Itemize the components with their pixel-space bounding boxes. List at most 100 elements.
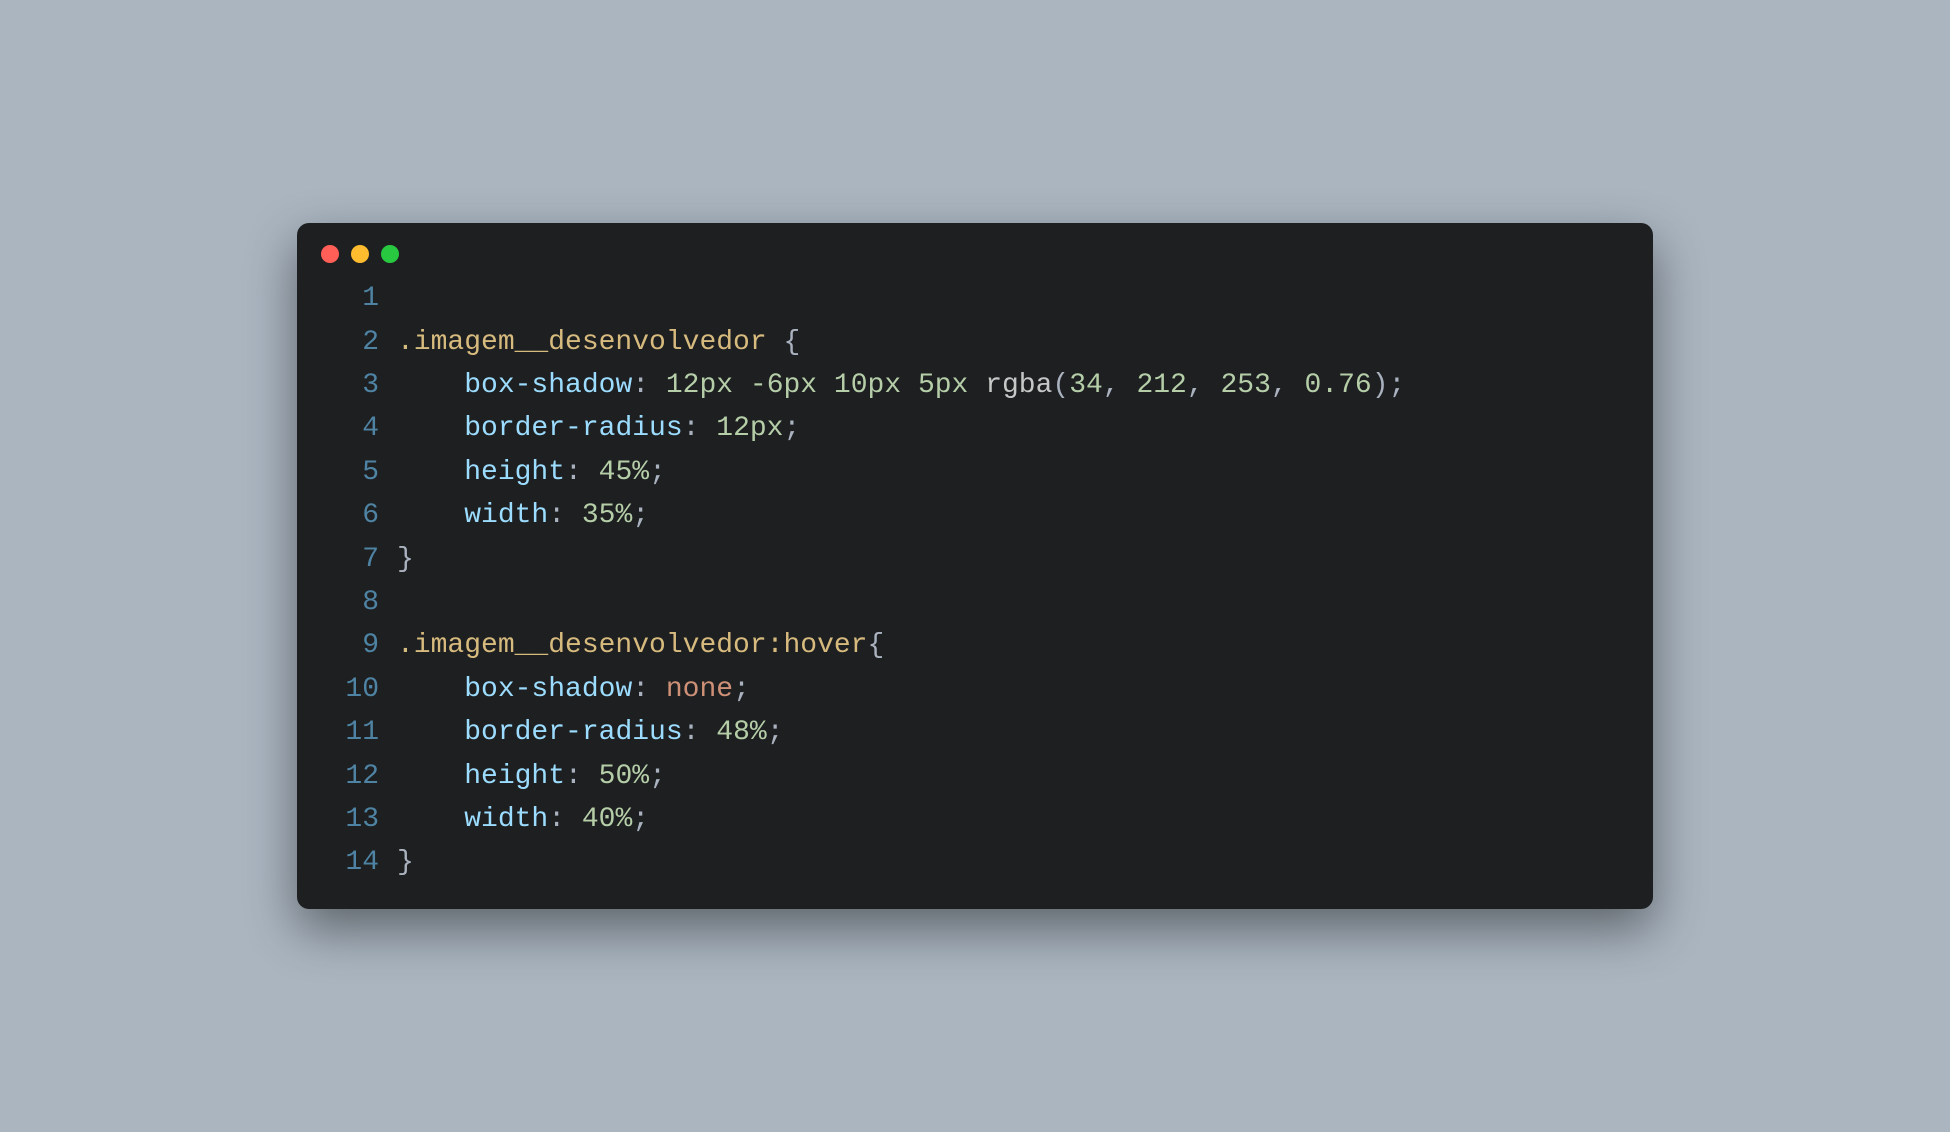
code-line[interactable]: 10 box-shadow: none; bbox=[321, 668, 1629, 711]
code-line[interactable]: 12 height: 50%; bbox=[321, 755, 1629, 798]
code-token bbox=[901, 370, 918, 401]
window-titlebar bbox=[297, 241, 1653, 277]
code-token: : bbox=[565, 457, 599, 488]
code-token: ; bbox=[649, 761, 666, 792]
code-token: 48% bbox=[716, 717, 766, 748]
line-content[interactable]: box-shadow: none; bbox=[397, 668, 1629, 711]
code-editor[interactable]: 12.imagem__desenvolvedor {3 box-shadow: … bbox=[297, 277, 1653, 884]
code-token: 45% bbox=[599, 457, 649, 488]
line-content[interactable]: width: 35%; bbox=[397, 494, 1629, 537]
line-number: 10 bbox=[321, 668, 397, 711]
code-token: : bbox=[632, 674, 666, 705]
line-content[interactable]: .imagem__desenvolvedor:hover{ bbox=[397, 624, 1629, 667]
code-token: { bbox=[868, 630, 885, 661]
code-token bbox=[817, 370, 834, 401]
zoom-icon[interactable] bbox=[381, 245, 399, 263]
line-content[interactable]: height: 45%; bbox=[397, 451, 1629, 494]
line-number: 14 bbox=[321, 841, 397, 884]
code-token: border-radius bbox=[464, 717, 682, 748]
code-line[interactable]: 9.imagem__desenvolvedor:hover{ bbox=[321, 624, 1629, 667]
code-token: , bbox=[1187, 370, 1221, 401]
line-number: 12 bbox=[321, 755, 397, 798]
code-token: ; bbox=[783, 413, 800, 444]
code-token: width bbox=[464, 804, 548, 835]
code-token: : bbox=[565, 761, 599, 792]
code-line[interactable]: 7} bbox=[321, 538, 1629, 581]
line-content[interactable]: } bbox=[397, 538, 1629, 581]
code-token: , bbox=[1271, 370, 1305, 401]
code-token: 212 bbox=[1136, 370, 1186, 401]
code-token: width bbox=[464, 500, 548, 531]
code-line[interactable]: 5 height: 45%; bbox=[321, 451, 1629, 494]
code-token: 0.76 bbox=[1305, 370, 1372, 401]
code-token: : bbox=[683, 717, 717, 748]
code-token: : bbox=[632, 370, 666, 401]
code-token: ; bbox=[649, 457, 666, 488]
line-content[interactable] bbox=[397, 277, 1629, 320]
code-token bbox=[968, 370, 985, 401]
code-token: ( bbox=[1052, 370, 1069, 401]
line-number: 11 bbox=[321, 711, 397, 754]
code-token: -6px bbox=[750, 370, 817, 401]
line-content[interactable] bbox=[397, 581, 1629, 624]
code-token bbox=[397, 457, 464, 488]
line-content[interactable]: border-radius: 48%; bbox=[397, 711, 1629, 754]
code-token: none bbox=[666, 674, 733, 705]
code-token: 34 bbox=[1069, 370, 1103, 401]
code-token: .imagem__desenvolvedor bbox=[397, 327, 783, 358]
code-token: box-shadow bbox=[464, 674, 632, 705]
line-number: 4 bbox=[321, 407, 397, 450]
code-token: ; bbox=[632, 500, 649, 531]
code-token: 50% bbox=[599, 761, 649, 792]
code-token: height bbox=[464, 457, 565, 488]
code-token: 12px bbox=[666, 370, 733, 401]
code-line[interactable]: 4 border-radius: 12px; bbox=[321, 407, 1629, 450]
code-token bbox=[397, 370, 464, 401]
code-token: { bbox=[783, 327, 800, 358]
code-token bbox=[397, 674, 464, 705]
code-token: : bbox=[548, 804, 582, 835]
code-token: 253 bbox=[1220, 370, 1270, 401]
line-content[interactable]: box-shadow: 12px -6px 10px 5px rgba(34, … bbox=[397, 364, 1629, 407]
line-number: 13 bbox=[321, 798, 397, 841]
code-line[interactable]: 11 border-radius: 48%; bbox=[321, 711, 1629, 754]
code-token: } bbox=[397, 847, 414, 878]
line-content[interactable]: height: 50%; bbox=[397, 755, 1629, 798]
close-icon[interactable] bbox=[321, 245, 339, 263]
line-number: 8 bbox=[321, 581, 397, 624]
code-token: ; bbox=[767, 717, 784, 748]
code-line[interactable]: 14} bbox=[321, 841, 1629, 884]
line-number: 5 bbox=[321, 451, 397, 494]
line-content[interactable]: width: 40%; bbox=[397, 798, 1629, 841]
line-number: 2 bbox=[321, 321, 397, 364]
code-line[interactable]: 1 bbox=[321, 277, 1629, 320]
code-token: box-shadow bbox=[464, 370, 632, 401]
minimize-icon[interactable] bbox=[351, 245, 369, 263]
code-token: } bbox=[397, 544, 414, 575]
code-token: ; bbox=[632, 804, 649, 835]
code-token: ; bbox=[733, 674, 750, 705]
code-line[interactable]: 6 width: 35%; bbox=[321, 494, 1629, 537]
code-line[interactable]: 8 bbox=[321, 581, 1629, 624]
code-line[interactable]: 2.imagem__desenvolvedor { bbox=[321, 321, 1629, 364]
line-content[interactable]: .imagem__desenvolvedor { bbox=[397, 321, 1629, 364]
code-token bbox=[733, 370, 750, 401]
code-token bbox=[397, 413, 464, 444]
code-token: 10px bbox=[834, 370, 901, 401]
code-token: : bbox=[683, 413, 717, 444]
code-token: 35% bbox=[582, 500, 632, 531]
line-content[interactable]: border-radius: 12px; bbox=[397, 407, 1629, 450]
line-number: 1 bbox=[321, 277, 397, 320]
code-token: border-radius bbox=[464, 413, 682, 444]
code-token: , bbox=[1103, 370, 1137, 401]
code-line[interactable]: 13 width: 40%; bbox=[321, 798, 1629, 841]
editor-window: 12.imagem__desenvolvedor {3 box-shadow: … bbox=[297, 223, 1653, 908]
code-token: ; bbox=[1389, 370, 1406, 401]
code-token: rgba bbox=[985, 370, 1052, 401]
code-token: ) bbox=[1372, 370, 1389, 401]
code-token: : bbox=[548, 500, 582, 531]
code-line[interactable]: 3 box-shadow: 12px -6px 10px 5px rgba(34… bbox=[321, 364, 1629, 407]
code-token bbox=[397, 804, 464, 835]
line-content[interactable]: } bbox=[397, 841, 1629, 884]
line-number: 9 bbox=[321, 624, 397, 667]
